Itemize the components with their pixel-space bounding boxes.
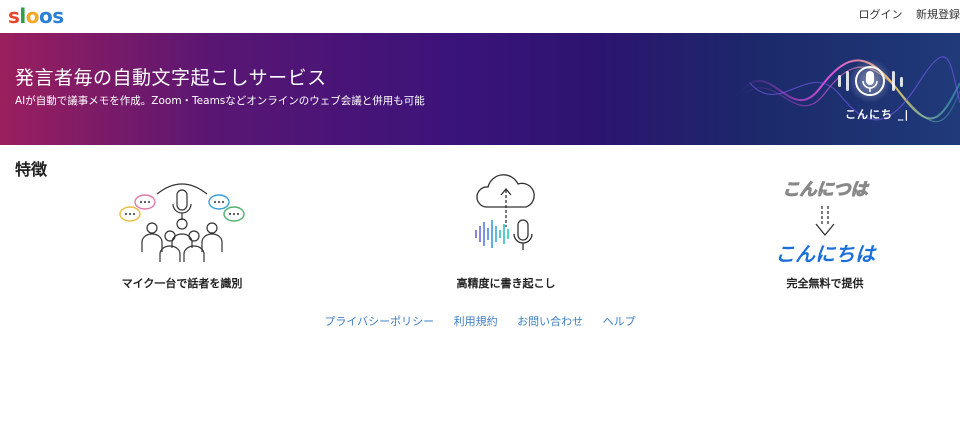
logo-letter: o bbox=[25, 4, 40, 28]
cloud-upload-microphone-icon bbox=[475, 174, 535, 250]
footer-links: プライバシーポリシー 利用規約 お問い合わせ ヘルプ bbox=[0, 313, 960, 329]
speakers-microphone-icon bbox=[119, 183, 245, 262]
contact-link[interactable]: お問い合わせ bbox=[517, 315, 583, 328]
hero-subtitle: AIが自動で議事メモを作成。Zoom・Teamsなどオンラインのウェブ会議と併用… bbox=[15, 95, 425, 107]
hero-title: 発言者毎の自動文字起こしサービス bbox=[15, 67, 327, 89]
incorrect-text: こんにつは bbox=[782, 180, 868, 201]
logo-letter: s bbox=[8, 4, 20, 28]
login-link[interactable]: ログイン bbox=[859, 8, 903, 21]
features-heading: 特徴 bbox=[15, 160, 48, 179]
privacy-policy-link[interactable]: プライバシーポリシー bbox=[324, 315, 434, 328]
feature-speaker-identification: マイク一台で話者を識別 bbox=[62, 172, 302, 290]
text-correction-icon: こんにつは こんにちは bbox=[705, 172, 945, 267]
help-link[interactable]: ヘルプ bbox=[603, 315, 636, 328]
header-nav: ログイン 新規登録 bbox=[849, 6, 960, 22]
hero-transcript-caption: こんにち _| bbox=[845, 108, 910, 121]
feature-caption: 高精度に書き起こし bbox=[456, 277, 556, 290]
feature-caption: 完全無料で提供 bbox=[786, 277, 864, 290]
arrow-down-icon bbox=[815, 206, 835, 237]
feature-high-accuracy: 高精度に書き起こし bbox=[386, 172, 626, 290]
signup-link[interactable]: 新規登録 bbox=[916, 8, 960, 21]
terms-link[interactable]: 利用規約 bbox=[454, 315, 498, 328]
sloos-logo[interactable]: s l o o s bbox=[8, 3, 64, 27]
sound-wave-microphone-icon bbox=[740, 56, 960, 123]
feature-caption: マイク一台で話者を識別 bbox=[121, 277, 243, 290]
hero-banner: 発言者毎の自動文字起こしサービス AIが自動で議事メモを作成。Zoom・Team… bbox=[0, 33, 960, 145]
logo-letter: o bbox=[39, 4, 53, 28]
feature-free-service: こんにつは こんにちは 完全無料で提供 bbox=[705, 172, 945, 291]
top-navigation-bar: s l o o s ログイン 新規登録 bbox=[0, 0, 960, 33]
logo-letter: s bbox=[52, 4, 64, 28]
correct-text: こんにちは bbox=[775, 242, 875, 266]
